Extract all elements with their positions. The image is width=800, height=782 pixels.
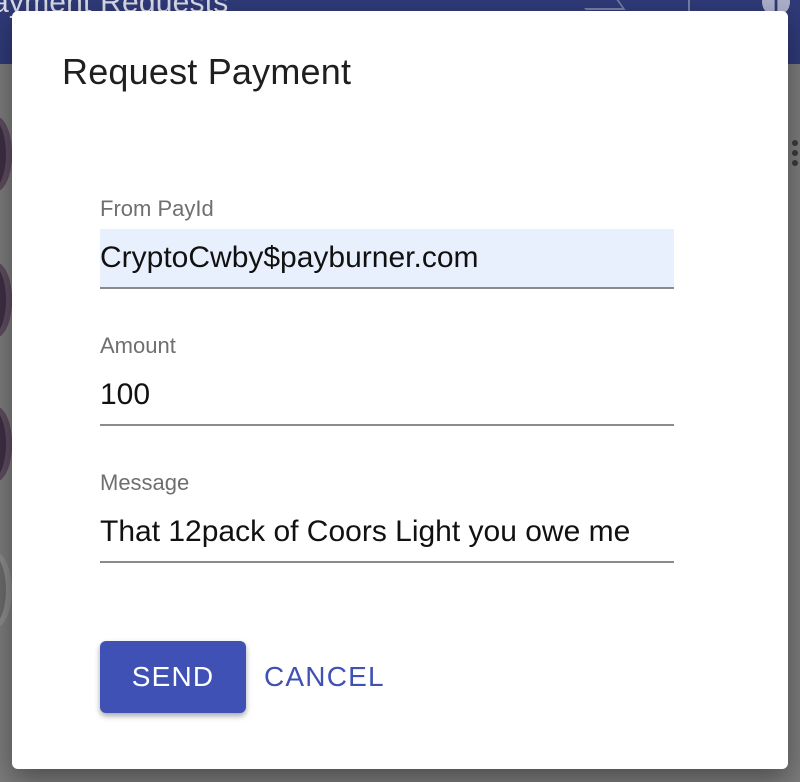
avatar xyxy=(0,116,12,192)
cancel-button[interactable]: CANCEL xyxy=(260,641,389,713)
avatar xyxy=(0,552,12,628)
from-payid-input[interactable] xyxy=(100,229,674,289)
avatar xyxy=(0,262,12,338)
from-payid-field: From PayId xyxy=(100,195,674,289)
more-vert-icon[interactable] xyxy=(790,140,800,166)
send-button[interactable]: SEND xyxy=(100,641,246,713)
amount-label: Amount xyxy=(100,333,176,358)
more-dot xyxy=(792,140,798,146)
avatar xyxy=(0,406,12,482)
more-dot xyxy=(792,160,798,166)
message-label: Message xyxy=(100,470,190,495)
message-input[interactable] xyxy=(100,503,674,563)
dialog-title: Request Payment xyxy=(62,51,352,92)
amount-field: Amount xyxy=(100,332,674,426)
amount-input[interactable] xyxy=(100,366,674,426)
more-dot xyxy=(792,150,798,156)
request-payment-dialog: Request Payment From PayId Amount Messag… xyxy=(12,11,788,769)
message-field: Message xyxy=(100,469,674,563)
app-bar-decoration xyxy=(574,0,626,10)
from-payid-label: From PayId xyxy=(100,196,214,221)
